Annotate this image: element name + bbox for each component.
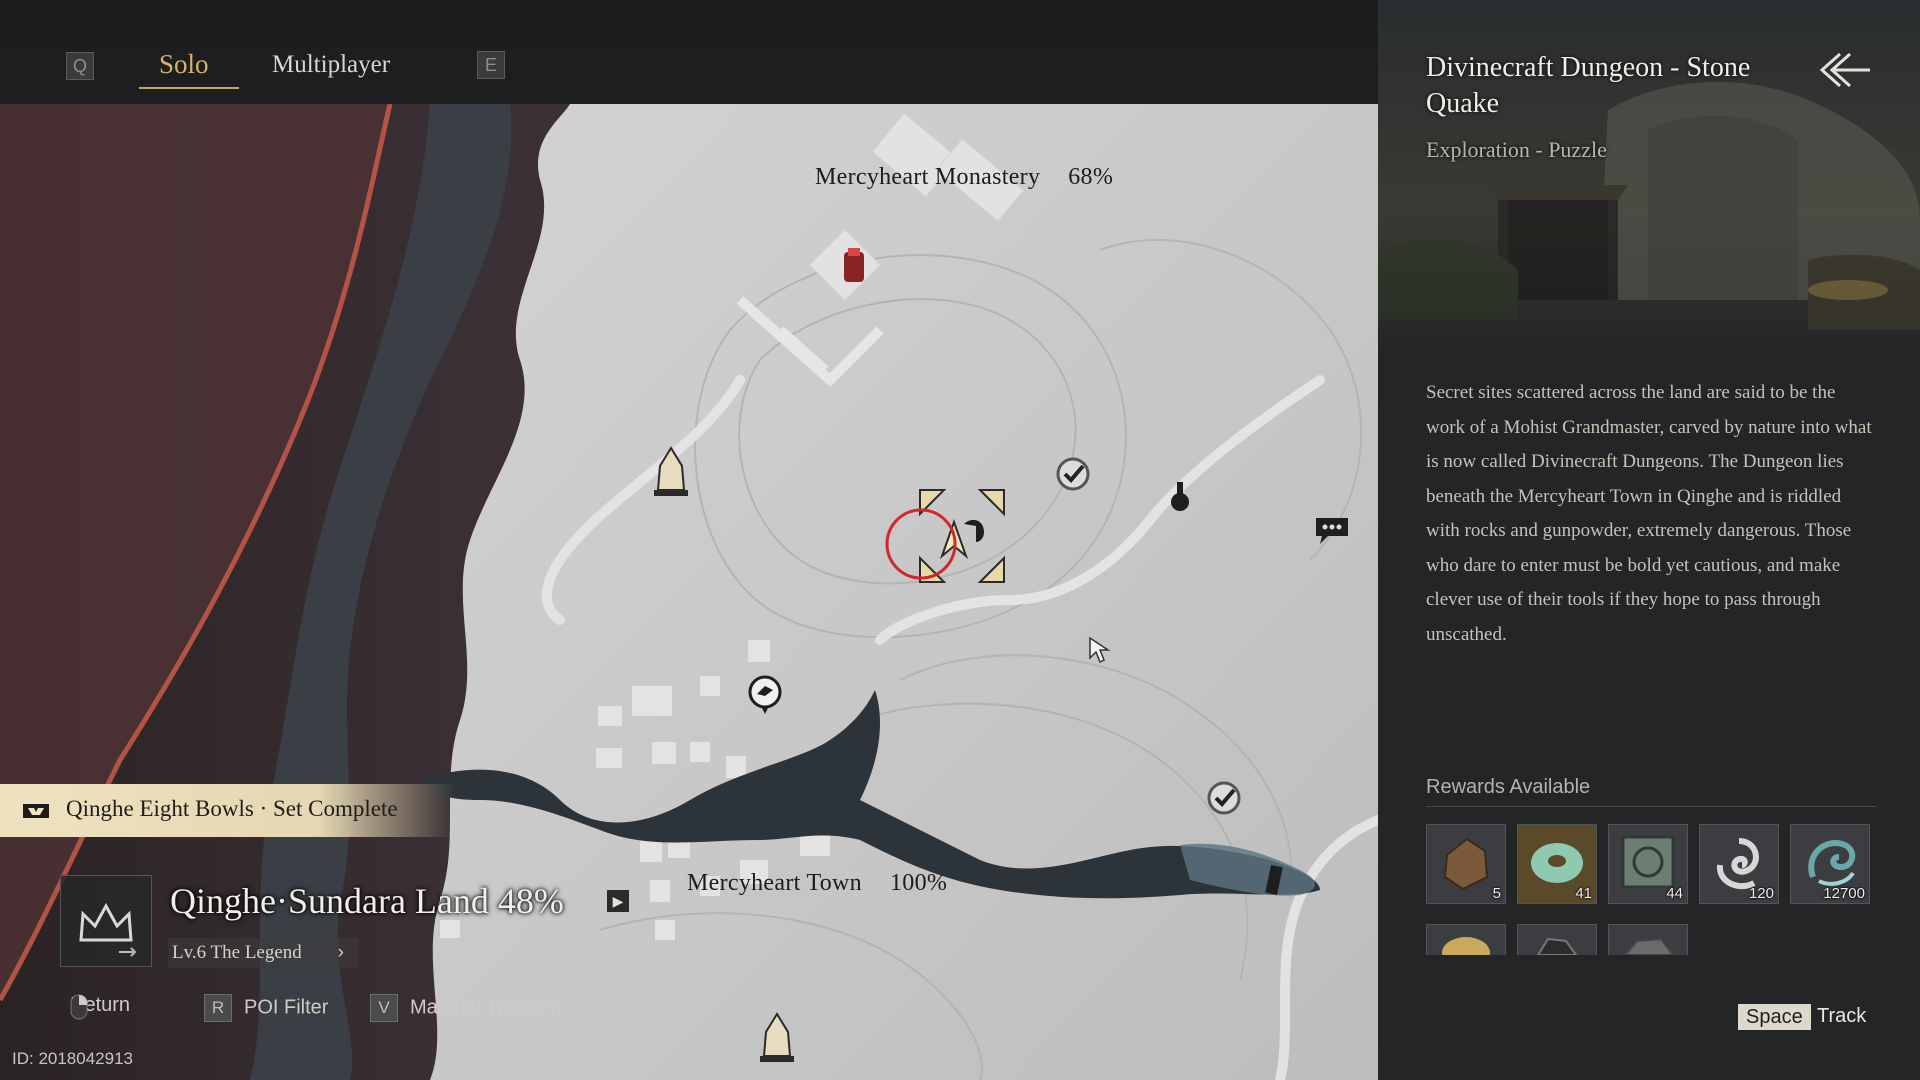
poi-name: Mercyheart Monastery bbox=[815, 164, 1041, 190]
chat-bubble-icon[interactable] bbox=[1314, 516, 1350, 546]
dungeon-category: Exploration - Puzzle bbox=[1426, 137, 1607, 162]
grey-ore-icon bbox=[1622, 937, 1675, 956]
crown-emblem-icon bbox=[79, 902, 137, 957]
player-id: ID: 2018042913 bbox=[12, 1049, 133, 1068]
reward-item[interactable] bbox=[1608, 924, 1688, 956]
gourd-marker-icon[interactable] bbox=[1168, 476, 1192, 516]
region-level-button[interactable]: Lv.6 The Legend › bbox=[168, 938, 358, 968]
track-keycap[interactable]: Space bbox=[1738, 1004, 1811, 1030]
hint-return[interactable]: Return bbox=[70, 994, 130, 1020]
hint-material-tracking[interactable]: V Material Tracking bbox=[370, 994, 562, 1022]
reward-count: 120 bbox=[1748, 885, 1774, 902]
dungeon-description: Secret sites scattered across the land a… bbox=[1426, 382, 1872, 645]
active-tab-underline bbox=[139, 87, 239, 89]
stele-marker-icon[interactable] bbox=[652, 446, 690, 498]
poi-label-mercyheart-town: Mercyheart Town 100% bbox=[687, 870, 947, 897]
next-tab-key[interactable]: E bbox=[477, 51, 505, 79]
poi-detail-panel: Divinecraft Dungeon - Stone Quake Explor… bbox=[1378, 0, 1920, 1080]
completed-check-icon[interactable] bbox=[1055, 456, 1091, 492]
hint-label: Material Tracking bbox=[410, 996, 563, 1019]
region-details-button[interactable]: ▶ bbox=[607, 890, 629, 912]
set-complete-banner: Qinghe Eight Bowls · Set Complete bbox=[0, 784, 455, 837]
reward-count: 41 bbox=[1575, 885, 1592, 902]
stele-marker-icon[interactable] bbox=[758, 1012, 796, 1064]
rewards-divider bbox=[1426, 806, 1876, 807]
banner-text: Qinghe Eight Bowls · Set Complete bbox=[66, 796, 398, 821]
poi-label-mercyheart-monastery: Mercyheart Monastery 68% bbox=[815, 164, 1113, 191]
reward-item[interactable]: 5 bbox=[1426, 824, 1506, 904]
reward-item[interactable]: 41 bbox=[1517, 824, 1597, 904]
chevron-right-icon: › bbox=[337, 942, 344, 963]
completed-check-icon[interactable] bbox=[1206, 780, 1242, 816]
reward-item[interactable] bbox=[1426, 924, 1506, 969]
reward-count: 12700 bbox=[1823, 885, 1865, 902]
poi-name: Mercyheart Town bbox=[687, 870, 862, 896]
bowl-set-icon bbox=[23, 804, 49, 818]
reward-count: 44 bbox=[1666, 885, 1683, 902]
prev-tab-key[interactable]: Q bbox=[66, 52, 94, 80]
region-name: Qinghe·Sundara Land 48% bbox=[170, 881, 564, 921]
bird-waypoint-icon[interactable] bbox=[746, 674, 784, 718]
gold-coin-icon bbox=[1442, 937, 1490, 969]
tab-multiplayer[interactable]: Multiplayer bbox=[272, 51, 390, 79]
collapse-panel-icon[interactable] bbox=[1814, 50, 1874, 90]
world-map[interactable]: Mercyheart Monastery 68% Mercyheart Town 1… bbox=[0, 0, 1378, 1080]
mouse-cursor-icon bbox=[1089, 636, 1111, 664]
hint-label: POI Filter bbox=[244, 996, 329, 1019]
hint-key: R bbox=[204, 994, 232, 1022]
poi-completion: 68% bbox=[1068, 164, 1114, 190]
reward-item[interactable]: 44 bbox=[1608, 824, 1688, 904]
shrine-marker-icon[interactable] bbox=[836, 244, 872, 288]
mouse-right-click-icon bbox=[70, 994, 88, 1020]
top-tab-bar: Q Solo Multiplayer E bbox=[0, 0, 1378, 104]
dark-material-icon bbox=[1536, 937, 1578, 956]
reward-item[interactable]: 120 bbox=[1699, 824, 1779, 904]
poi-completion: 100% bbox=[889, 870, 948, 896]
gate-marker-icon[interactable] bbox=[1264, 862, 1286, 898]
tab-solo[interactable]: Solo bbox=[159, 49, 209, 80]
selected-dungeon-marker[interactable] bbox=[880, 486, 1010, 590]
hint-key: V bbox=[370, 994, 398, 1022]
hint-poi-filter[interactable]: R POI Filter bbox=[204, 994, 328, 1022]
reward-item[interactable]: 12700 bbox=[1790, 824, 1870, 904]
reward-item[interactable] bbox=[1517, 924, 1597, 956]
region-emblem[interactable] bbox=[60, 875, 152, 967]
dungeon-title: Divinecraft Dungeon - Stone Quake bbox=[1426, 52, 1751, 119]
rewards-heading: Rewards Available bbox=[1426, 776, 1591, 798]
track-button[interactable]: Track bbox=[1817, 1005, 1866, 1028]
region-level-label: Lv.6 The Legend bbox=[172, 942, 302, 963]
reward-count: 5 bbox=[1492, 885, 1501, 902]
